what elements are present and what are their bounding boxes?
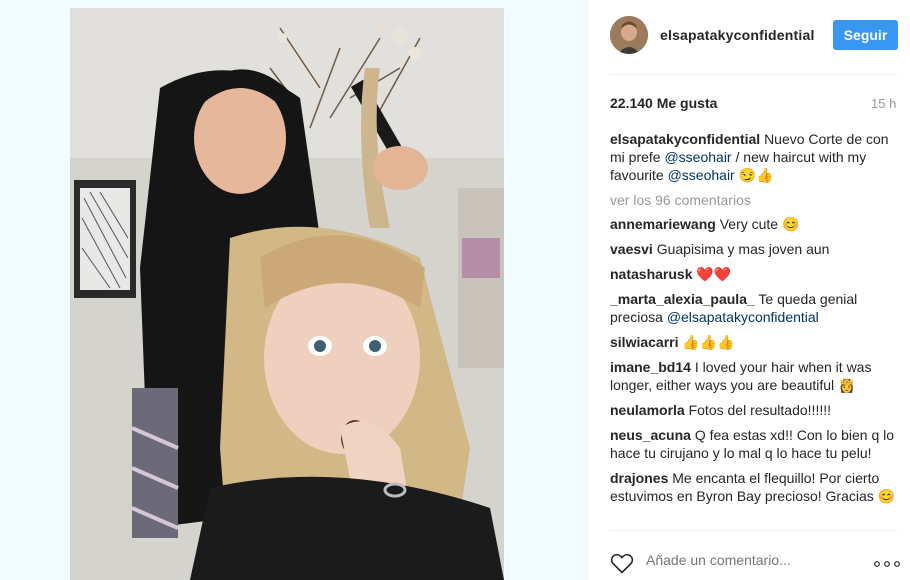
comment-item: neulamorla Fotos del resultado!!!!!!: [610, 401, 900, 419]
follow-button[interactable]: Seguir: [833, 20, 898, 50]
comment-item: vaesvi Guapisima y mas joven aun: [610, 240, 900, 258]
ellipsis-icon[interactable]: [874, 561, 900, 567]
post-time[interactable]: 15 h: [871, 96, 896, 111]
caption-text-3: 😏👍: [734, 167, 774, 183]
post-photo-illustration: [70, 8, 504, 580]
avatar[interactable]: [610, 16, 648, 54]
header-username[interactable]: elsapatakyconfidential: [660, 27, 815, 43]
comment-item: neus_acuna Q fea estas xd!! Con lo bien …: [610, 426, 900, 462]
comment-username[interactable]: vaesvi: [610, 241, 653, 257]
add-comment-input[interactable]: [646, 552, 846, 568]
comment-username[interactable]: annemariewang: [610, 216, 716, 232]
comment-text: 👍👍👍: [682, 334, 735, 350]
comment-text: ❤️❤️: [696, 266, 732, 282]
comment-item: _marta_alexia_paula_ Te queda genial pre…: [610, 290, 900, 326]
comment-item: drajones Me encanta el flequillo! Por ci…: [610, 469, 900, 505]
add-comment-bar: [610, 548, 900, 576]
caption-username[interactable]: elsapatakyconfidential: [610, 131, 760, 147]
comments-panel: elsapatakyconfidential Seguir 22.140 Me …: [588, 0, 910, 580]
comment-username[interactable]: natasharusk: [610, 266, 692, 282]
comment-item: imane_bd14 I loved your hair when it was…: [610, 358, 900, 394]
avatar-image: [610, 16, 648, 54]
view-all-comments-link[interactable]: ver los 96 comentarios: [610, 191, 900, 209]
comment-list[interactable]: elsapatakyconfidential Nuevo Corte de co…: [610, 130, 900, 526]
comment-username[interactable]: neus_acuna: [610, 427, 691, 443]
comment-username[interactable]: imane_bd14: [610, 359, 691, 375]
caption-mention-1[interactable]: @sseohair: [664, 149, 731, 165]
comment-item: natasharusk ❤️❤️: [610, 265, 900, 283]
comment-username[interactable]: neulamorla: [610, 402, 685, 418]
comment-item: annemariewang Very cute 😊: [610, 215, 900, 233]
post-photo[interactable]: [70, 8, 504, 580]
footer-divider: [610, 530, 898, 531]
comment-username[interactable]: drajones: [610, 470, 668, 486]
header-divider: [610, 74, 898, 75]
caption: elsapatakyconfidential Nuevo Corte de co…: [610, 130, 900, 184]
heart-outline-icon[interactable]: [610, 552, 634, 574]
post-header: elsapatakyconfidential Seguir: [610, 14, 900, 58]
comment-mention[interactable]: @elsapatakyconfidential: [667, 309, 819, 325]
likes-count[interactable]: 22.140 Me gusta: [610, 95, 717, 111]
comment-item: silwiacarri 👍👍👍: [610, 333, 900, 351]
comment-text: Guapisima y mas joven aun: [656, 241, 830, 257]
comment-text: Fotos del resultado!!!!!!: [688, 402, 831, 418]
caption-mention-2[interactable]: @sseohair: [668, 167, 735, 183]
comment-username[interactable]: _marta_alexia_paula_: [610, 291, 755, 307]
comment-username[interactable]: silwiacarri: [610, 334, 679, 350]
post-viewer: elsapatakyconfidential Seguir 22.140 Me …: [0, 0, 910, 580]
comment-text: Very cute 😊: [719, 216, 800, 232]
